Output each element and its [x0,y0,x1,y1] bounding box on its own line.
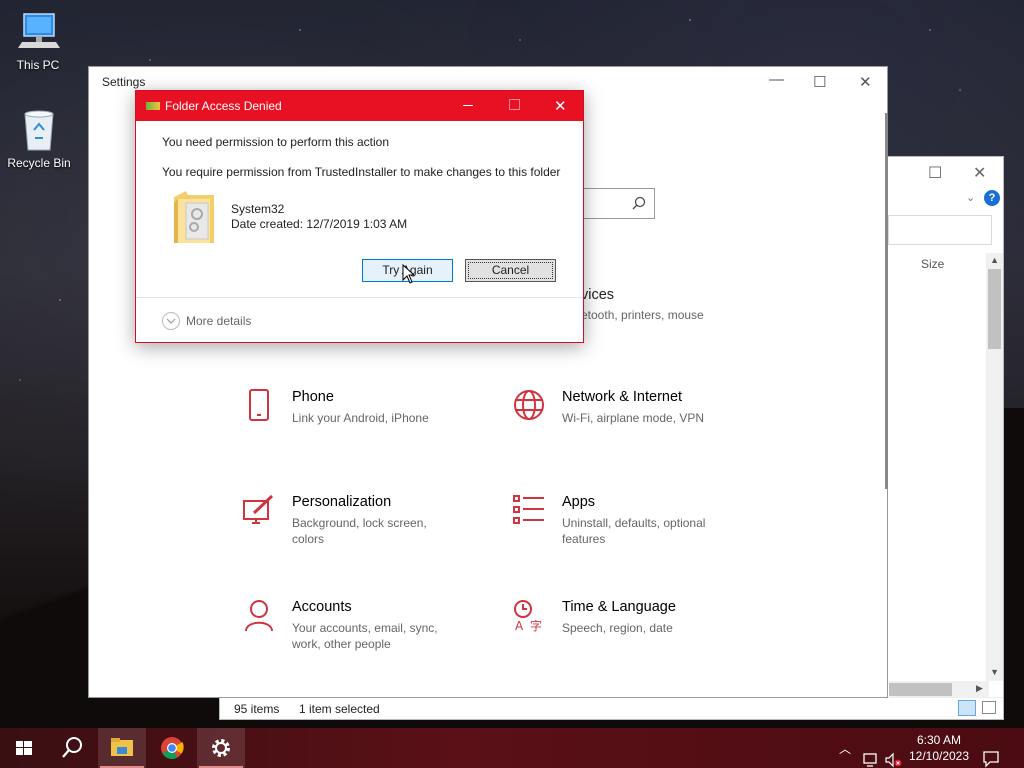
chevron-up-icon[interactable]: ︿ [839,740,851,768]
chrome-icon [161,737,184,759]
close-icon[interactable]: ✕ [859,73,872,91]
status-item-count: 95 items [234,702,280,716]
desktop-icon-label: Recycle Bin [7,156,71,170]
clock-time: 6:30 AM [916,733,962,747]
tile-title: Personalization [292,494,392,510]
tile-subtitle: Wi-Fi, airplane mode, VPN [562,411,705,425]
tile-subtitle: Background, lock screen, colors [292,516,427,546]
globe-icon [514,390,544,420]
computer-icon [16,10,60,54]
mouse-cursor-icon [402,264,414,284]
large-icons-view-icon[interactable] [982,701,996,714]
settings-search-input[interactable] [583,188,655,219]
scroll-right-icon[interactable]: ▶ [976,683,983,694]
dialog-app-icon [146,102,160,110]
details-view-icon[interactable] [958,700,976,716]
taskbar-settings[interactable] [197,728,245,768]
scrollbar-thumb-horizontal[interactable] [889,683,952,696]
search-icon [632,196,646,210]
gear-icon [212,739,230,757]
network-icon[interactable] [862,740,880,768]
window-title: Settings [102,75,146,89]
volume-muted-icon[interactable] [884,740,902,768]
tile-title: Phone [292,389,334,405]
status-selected: 1 item selected [299,702,380,716]
tile-subtitle: Speech, region, date [562,621,673,635]
folder-access-denied-dialog: Folder Access Denied ✕ You need permissi… [135,90,584,343]
desktop-icon-this-pc[interactable]: This PC [0,10,76,72]
tile-subtitle: Link your Android, iPhone [292,411,429,425]
tile-devices-title[interactable]: vices [581,287,614,303]
notifications-icon[interactable] [982,739,1000,768]
apps-list-icon [513,495,544,524]
folder-date: Date created: 12/7/2019 1:03 AM [231,217,408,231]
folder-name: System32 [231,202,285,216]
tile-title: Network & Internet [562,389,683,405]
taskbar-clock[interactable]: 6:30 AM 12/10/2023 [908,732,970,764]
folder-icon [174,191,214,243]
scrollbar-thumb[interactable] [988,269,1001,349]
file-explorer-icon [111,738,133,756]
scroll-down-icon[interactable]: ▼ [990,667,999,677]
minimize-icon[interactable]: — [769,71,784,88]
desktop-icon-recycle-bin[interactable]: Recycle Bin [1,108,77,170]
maximize-icon[interactable]: ☐ [813,73,826,91]
dialog-divider [136,297,583,298]
paintbrush-icon [243,494,274,524]
close-icon[interactable]: ✕ [554,97,567,115]
person-icon [245,600,273,632]
tile-subtitle: Uninstall, defaults, optional features [562,516,706,546]
desktop-icon-label: This PC [16,58,60,72]
tile-devices-subtitle: etooth, printers, mouse [581,308,704,322]
dialog-detail: You require permission from TrustedInsta… [162,165,561,179]
maximize-icon [509,99,520,110]
svg-text:A: A [515,619,524,632]
time-language-icon: A 字 [514,600,542,632]
cancel-button[interactable]: Cancel [465,259,556,282]
dialog-message: You need permission to perform this acti… [162,135,390,149]
settings-scrollbar[interactable] [885,113,888,489]
taskbar-file-explorer[interactable] [98,728,146,768]
status-bar: 95 items 1 item selected [220,697,1003,719]
maximize-icon[interactable]: ☐ [928,163,942,183]
clock-date: 12/10/2023 [908,749,970,763]
tile-title: Accounts [292,599,352,615]
phone-icon [249,389,269,421]
tile-title: Apps [562,494,596,510]
dialog-titlebar[interactable]: Folder Access Denied ✕ [136,91,583,121]
taskbar-chrome[interactable] [148,728,196,768]
search-icon [62,737,82,758]
chevron-down-icon[interactable]: ⌄ [966,191,975,204]
dialog-title: Folder Access Denied [165,99,282,113]
minimize-icon[interactable] [463,105,473,106]
search-button[interactable] [48,728,96,768]
windows-logo-icon [16,741,32,755]
start-button[interactable] [0,728,48,768]
tile-subtitle: Your accounts, email, sync, work, other … [292,621,438,651]
close-icon[interactable]: ✕ [973,163,986,183]
help-icon[interactable]: ? [984,190,1000,206]
chevron-down-icon[interactable] [162,312,180,330]
more-details-link[interactable]: More details [186,314,251,328]
svg-text:字: 字 [530,618,542,632]
recycle-bin-icon [17,108,61,152]
tile-title: Time & Language [562,599,676,615]
explorer-search-input[interactable] [888,215,992,245]
column-header-size[interactable]: Size [921,257,944,271]
scroll-up-icon[interactable]: ▲ [990,255,999,265]
taskbar: ︿ 6:30 AM 12/10/2023 [0,728,1024,768]
